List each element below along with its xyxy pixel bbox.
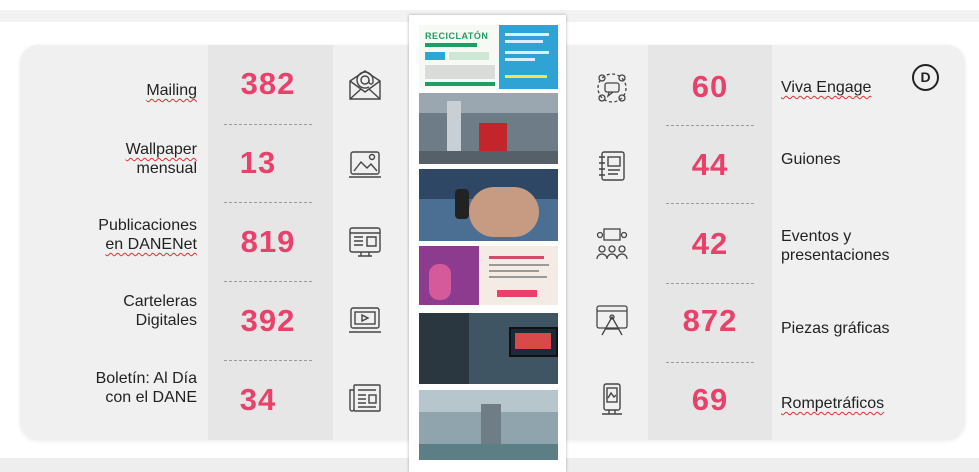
flyer-text-line <box>489 256 544 259</box>
purple-event-flyer-image <box>419 246 558 305</box>
photo-tv-content <box>515 333 551 349</box>
flyer-text-line <box>505 33 549 36</box>
label-line: Boletín: Al Día <box>95 370 197 387</box>
photo-floor <box>419 151 558 164</box>
divider <box>224 281 312 282</box>
value-boletin: 34 <box>239 382 277 417</box>
photo-red-stand <box>479 123 507 153</box>
value-wallpaper: 13 <box>239 145 277 180</box>
label-carteleras: Carteleras Digitales <box>123 292 197 330</box>
flyer-bar <box>425 82 495 86</box>
flyer-button <box>497 290 537 297</box>
dane-logo-icon: D <box>912 64 939 91</box>
divider <box>224 360 312 361</box>
flyer-text-line <box>489 270 539 272</box>
flyer-text-line <box>489 264 549 266</box>
divider <box>666 203 754 204</box>
photo-strip: RECICLATÓN <box>409 15 566 472</box>
flyer-text-line <box>489 276 547 278</box>
newspaper-icon <box>347 380 383 416</box>
value-eventos: 42 <box>691 226 729 261</box>
label-line: Viva Engage <box>781 79 872 96</box>
hallway-totem-photo <box>419 390 558 460</box>
flyer-left-panel: RECICLATÓN <box>419 25 499 89</box>
label-line: Digitales <box>135 312 197 329</box>
label-line: presentaciones <box>781 247 890 264</box>
flyer-text-line <box>505 51 549 54</box>
photo-floor <box>419 444 558 460</box>
label-guiones: Guiones <box>781 150 841 169</box>
photo-hand <box>469 187 539 237</box>
graphic-design-icon <box>594 303 630 339</box>
label-line: Guiones <box>781 151 841 168</box>
mail-icon <box>347 67 383 103</box>
photo-remote <box>455 189 469 219</box>
photo-tv <box>509 327 558 357</box>
left-labels: Mailing Wallpaper mensual Publicaciones … <box>0 0 197 472</box>
reciclaton-flyer-image: RECICLATÓN <box>419 25 558 89</box>
label-line: Piezas gráficas <box>781 320 890 337</box>
label-line: Mailing <box>146 82 197 99</box>
totem-stand-icon <box>594 381 630 417</box>
value-rompetraficos: 69 <box>691 382 729 417</box>
divider <box>224 202 312 203</box>
label-line: Publicaciones <box>98 217 197 234</box>
flyer-title: RECICLATÓN <box>425 31 489 41</box>
label-line: mensual <box>136 160 197 177</box>
label-line: Wallpaper <box>125 141 197 158</box>
label-wallpaper: Wallpaper mensual <box>126 140 197 178</box>
lobby-display-photo <box>419 93 558 164</box>
tv-screen-photo <box>419 313 558 384</box>
web-publication-icon <box>347 224 383 260</box>
script-notebook-icon <box>594 148 630 184</box>
divider <box>666 125 754 126</box>
flyer-bar <box>425 43 477 47</box>
flyer-text-line <box>505 58 535 61</box>
label-line: Carteleras <box>123 293 197 310</box>
label-line: Eventos y <box>781 228 852 245</box>
hand-remote-photo <box>419 169 558 241</box>
label-mailing: Mailing <box>146 81 197 100</box>
divider <box>666 362 754 363</box>
divider <box>666 283 754 284</box>
label-boletin: Boletín: Al Día con el DANE <box>96 369 197 407</box>
divider <box>224 124 312 125</box>
label-line: en DANENet <box>105 236 197 253</box>
label-piezas: Piezas gráficas <box>781 319 890 338</box>
audience-presentation-icon <box>594 226 630 262</box>
label-eventos: Eventos y presentaciones <box>781 227 890 265</box>
flyer-block <box>425 52 445 60</box>
flyer-figure <box>429 264 451 300</box>
photo-person <box>419 313 469 384</box>
flyer-right-panel <box>499 25 558 89</box>
value-piezas: 872 <box>682 303 738 338</box>
community-chat-icon <box>594 70 630 106</box>
value-guiones: 44 <box>691 147 729 182</box>
flyer-text-line <box>505 40 543 43</box>
flyer-items <box>425 65 495 79</box>
label-viva-engage: Viva Engage <box>781 78 871 97</box>
label-line: Rompetráficos <box>781 395 885 412</box>
digital-screen-play-icon <box>347 303 383 339</box>
label-line: con el DANE <box>105 389 197 406</box>
label-publicaciones: Publicaciones en DANENet <box>98 216 197 254</box>
value-carteleras: 392 <box>240 303 296 338</box>
wallpaper-image-icon <box>347 146 383 182</box>
value-viva-engage: 60 <box>691 69 729 104</box>
flyer-text-line <box>505 75 547 78</box>
value-mailing: 382 <box>240 66 296 101</box>
flyer-block <box>449 52 489 60</box>
value-publicaciones: 819 <box>240 224 296 259</box>
photo-ceiling <box>419 93 558 113</box>
label-rompetraficos: Rompetráficos <box>781 394 884 413</box>
